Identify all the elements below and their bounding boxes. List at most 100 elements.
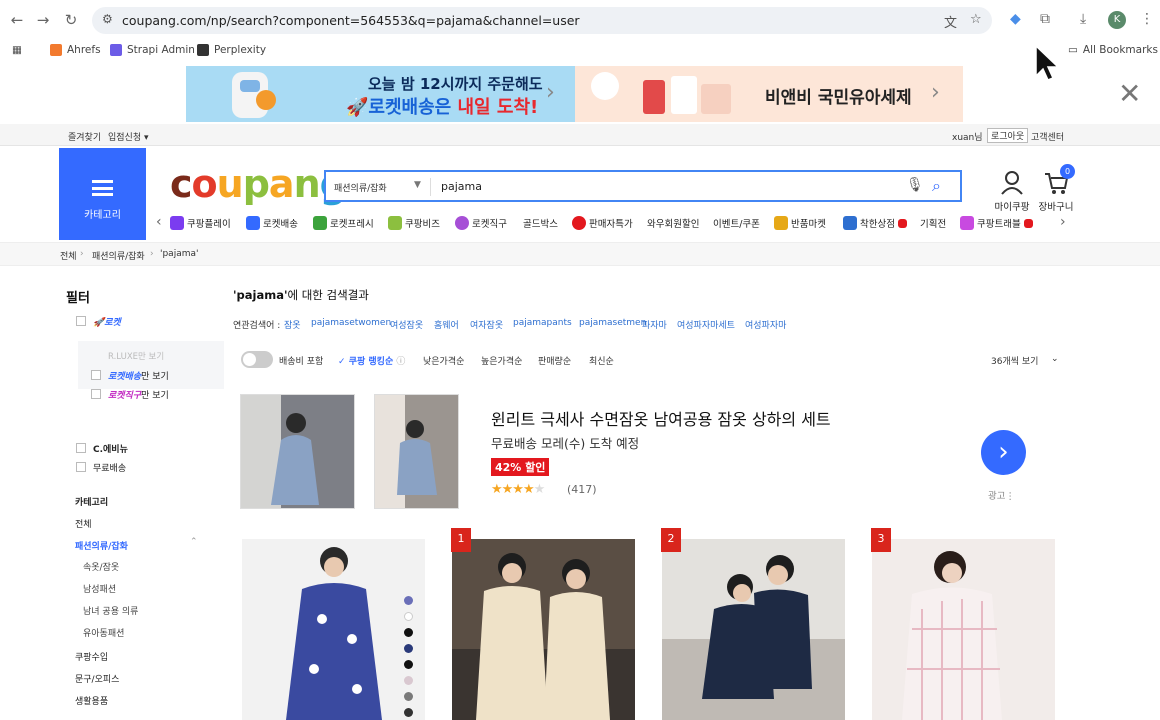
color-swatch[interactable] [404,628,413,637]
search-input[interactable]: pajama [441,180,482,193]
banner-bnb-detergent[interactable]: 비앤비 국민유아세제 › [575,66,963,122]
extensions-puzzle-icon[interactable]: ⧉ [1040,11,1050,27]
sort-newest[interactable]: 최신순 [589,354,614,367]
shortcut-wow-discount[interactable]: 와우회원할인 [647,216,699,230]
bookmark-star-icon[interactable]: ☆ [970,12,982,27]
related-keyword[interactable]: 여성잠옷 [390,318,423,331]
related-keyword[interactable]: 잠옷 [284,318,301,331]
shortcut-exhibition[interactable]: 기획전 [920,216,946,230]
shortcut-coupang-travel[interactable]: 쿠팡트래블 [960,216,1033,230]
category-menu-button[interactable]: 카테고리 [59,148,146,240]
banner-rocket-delivery[interactable]: 오늘 밤 12시까지 주문해도 🚀로켓배송은 내일 도착! › [186,66,575,122]
all-bookmarks[interactable]: ▭ All Bookmarks [1068,44,1158,56]
product-card[interactable] [242,539,425,720]
shortcut-goldbox[interactable]: 골드박스 [523,216,558,230]
customer-center-link[interactable]: 고객센터 [1031,130,1064,143]
product-card[interactable] [662,539,845,720]
logout-button[interactable]: 로그아웃 [987,128,1029,143]
rocket-delivery-checkbox[interactable] [91,370,101,380]
shortcut-coupang-play[interactable]: 쿠팡플레이 [170,216,231,230]
category-unisex[interactable]: 남녀 공용 의류 [83,604,138,617]
sort-sales[interactable]: 판매량순 [538,354,571,367]
chevron-down-icon[interactable]: ⌄ [1051,354,1059,364]
rocket-direct-checkbox[interactable] [91,389,101,399]
product-card[interactable] [452,539,635,720]
shortcut-coupang-biz[interactable]: 쿠팡비즈 [388,216,440,230]
color-swatch[interactable] [404,644,413,653]
favorites-link[interactable]: 즐겨찾기 [68,130,101,143]
ad-product-title[interactable]: 윈리트 극세사 수면잠옷 남여공용 잠옷 상하의 세트 [491,406,831,430]
shortcut-rocket-delivery[interactable]: 로켓배송 [246,216,298,230]
search-icon[interactable]: ⌕ [932,176,941,196]
download-icon[interactable]: ⤓ [1080,11,1086,27]
shortcut-seller-deal[interactable]: 판매자특가 [572,216,633,230]
category-living[interactable]: 생활용품 [75,694,108,707]
forward-icon[interactable]: → [34,11,52,29]
related-keyword[interactable]: 여성파자마 [745,318,786,331]
category-all[interactable]: 전체 [75,517,92,530]
address-bar[interactable]: ⚙ coupang.com/np/search?component=564553… [92,7,992,34]
color-swatch[interactable] [404,676,413,685]
coupang-logo[interactable]: coupang [170,162,347,206]
related-keyword[interactable]: pajamasetmen [579,318,646,328]
shipping-included-toggle[interactable] [241,351,273,368]
bookmark-strapi[interactable]: Strapi Admin [110,44,195,56]
category-kids[interactable]: 유아동패션 [83,626,124,639]
related-keyword[interactable]: 파자마 [642,318,667,331]
dropdown-arrow-icon[interactable]: ▼ [414,180,421,190]
reload-icon[interactable]: ↻ [62,11,80,29]
search-category-select[interactable]: 패션의류/잡화 [334,181,387,194]
bookmark-perplexity[interactable]: Perplexity [197,44,266,56]
profile-avatar[interactable]: K [1108,11,1126,29]
ad-product-image[interactable] [240,394,355,509]
category-underwear[interactable]: 속옷/잠옷 [83,560,119,573]
seller-apply-link[interactable]: 입점신청 ▾ [108,130,149,143]
translate-icon[interactable]: 文 [944,12,957,31]
cevernu-checkbox[interactable] [76,443,86,453]
shortcut-good-store[interactable]: 착한상점 [843,216,907,230]
rocket-filter-checkbox[interactable] [76,316,86,326]
chevron-right-icon[interactable]: › [1060,214,1066,230]
color-swatch[interactable] [404,660,413,669]
chevron-up-icon[interactable]: ⌃ [190,537,198,547]
shortcut-rocket-direct[interactable]: 로켓직구 [455,216,507,230]
close-icon[interactable]: ✕ [1118,80,1141,108]
shortcut-return-market[interactable]: 반품마켓 [774,216,826,230]
product-card[interactable] [872,539,1055,720]
shortcut-rocket-fresh[interactable]: 로켓프레시 [313,216,374,230]
back-icon[interactable]: ← [8,11,26,29]
free-shipping-checkbox[interactable] [76,462,86,472]
sort-high-price[interactable]: 높은가격순 [481,354,522,367]
menu-kebab-icon[interactable]: ⋮ [1140,11,1154,27]
site-info-icon[interactable]: ⚙ [102,12,113,26]
breadcrumb-all[interactable]: 전체 [60,249,77,262]
chevron-left-icon[interactable]: ‹ [156,214,162,230]
banner-left-line1: 오늘 밤 12시까지 주문해도 [368,75,543,93]
color-swatch[interactable] [404,596,413,605]
bookmark-ahrefs[interactable]: Ahrefs [50,44,101,56]
related-keyword[interactable]: 여자잠옷 [470,318,503,331]
category-import[interactable]: 쿠팡수입 [75,650,108,663]
shortcut-event-coupon[interactable]: 이벤트/쿠폰 [713,216,760,230]
related-keyword[interactable]: 여성파자마세트 [677,318,735,331]
sort-ranking[interactable]: ✓ 쿠팡 랭킹순 ⓘ [338,354,405,367]
microphone-icon[interactable]: 🎙 [906,177,924,193]
star-rating-icon: ★★★★★ [491,482,545,497]
related-keyword[interactable]: pajamapants [513,318,572,328]
category-stationery[interactable]: 문구/오피스 [75,672,119,685]
color-swatch[interactable] [404,708,413,717]
breadcrumb-fashion[interactable]: 패션의류/잡화 [92,249,145,262]
per-page-select[interactable]: 36개씩 보기 [991,354,1038,367]
category-men[interactable]: 남성패션 [83,582,116,595]
color-swatch[interactable] [404,692,413,701]
sort-low-price[interactable]: 낮은가격순 [423,354,464,367]
apps-grid-icon[interactable]: ▦ [12,44,22,56]
related-keyword[interactable]: 홈웨어 [434,318,459,331]
color-swatch[interactable] [404,612,413,621]
ad-next-button[interactable]: › [981,430,1026,475]
extension-icon[interactable]: ◆ [1010,11,1021,27]
category-fashion[interactable]: 패션의류/잡화 [75,539,128,552]
my-coupang-button[interactable]: 마이쿠팡 [988,170,1036,213]
related-keyword[interactable]: pajamasetwomen [311,318,391,328]
ad-product-image-2[interactable] [374,394,459,509]
